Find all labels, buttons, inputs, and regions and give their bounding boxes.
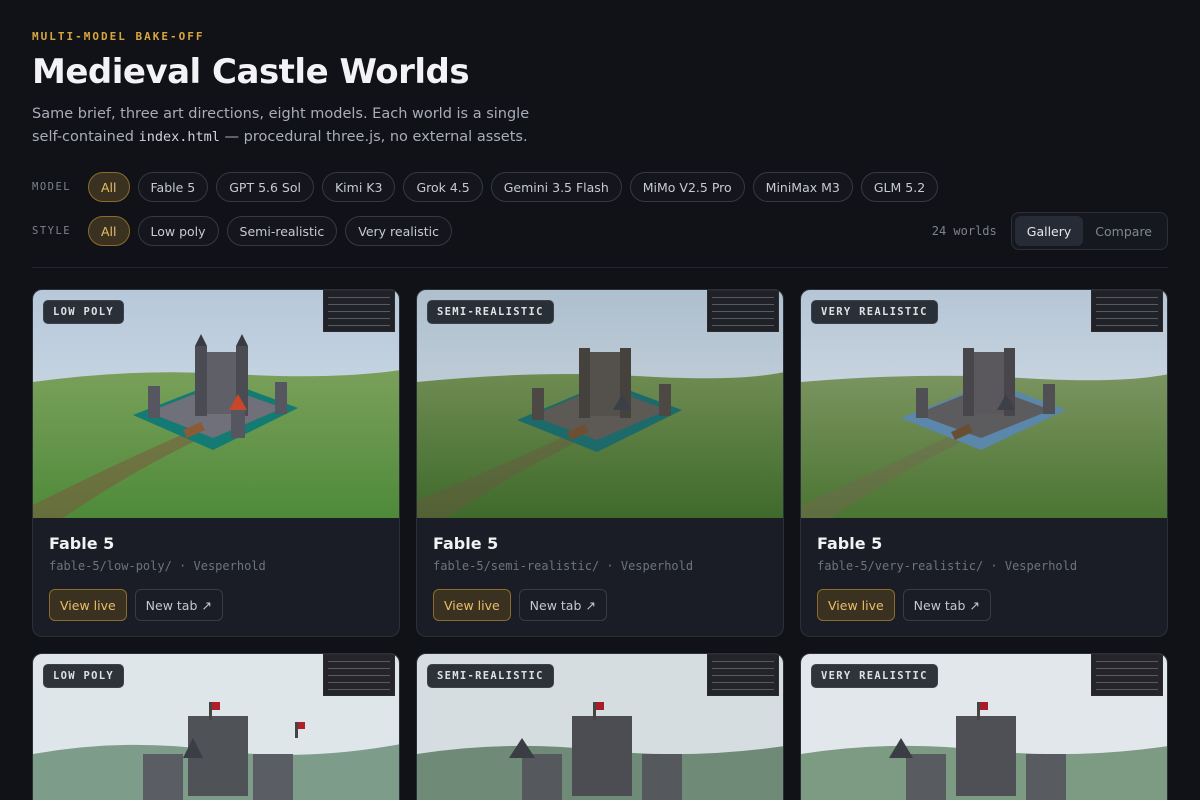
card-title: Fable 5 — [433, 534, 499, 553]
page-title: Medieval Castle Worlds — [32, 52, 470, 92]
page-subtitle: Same brief, three art directions, eight … — [32, 103, 552, 149]
model-filter-label: MODEL — [32, 181, 72, 193]
gallery-tab[interactable]: Gallery — [1014, 216, 1084, 246]
world-count: 24 worlds — [931, 224, 997, 238]
style-badge: SEMI-REALISTIC — [427, 300, 554, 324]
new-tab-button[interactable]: New tab ↗ — [902, 589, 991, 621]
model-chip-glm-5-2[interactable]: GLM 5.2 — [860, 172, 939, 202]
controls-panel[interactable] — [707, 290, 779, 332]
world-card: VERY REALISTIC — [800, 653, 1168, 800]
card-title: Fable 5 — [49, 534, 115, 553]
view-live-button[interactable]: View live — [817, 589, 895, 621]
model-chip-minimax-m3[interactable]: MiniMax M3 — [752, 172, 853, 202]
model-chip-gemini-3-5-flash[interactable]: Gemini 3.5 Flash — [490, 172, 622, 202]
subtitle-text-end: — procedural three.js, no external asset… — [219, 129, 528, 145]
world-thumbnail[interactable]: VERY REALISTIC — [801, 290, 1167, 518]
style-chip-low-poly[interactable]: Low poly — [137, 216, 219, 246]
world-thumbnail[interactable]: VERY REALISTIC — [801, 654, 1167, 800]
world-thumbnail[interactable]: SEMI-REALISTIC — [417, 290, 783, 518]
controls-panel[interactable] — [323, 290, 395, 332]
controls-panel[interactable] — [1091, 654, 1163, 696]
new-tab-button[interactable]: New tab ↗ — [134, 589, 223, 621]
header-divider — [32, 267, 1168, 268]
eyebrow-label: MULTI-MODEL BAKE-OFF — [32, 30, 205, 43]
model-chip-gpt-5-6-sol[interactable]: GPT 5.6 Sol — [216, 172, 314, 202]
style-badge: VERY REALISTIC — [811, 664, 938, 688]
world-thumbnail[interactable]: SEMI-REALISTIC — [417, 654, 783, 800]
controls-panel[interactable] — [1091, 290, 1163, 332]
world-card: LOW POLY — [32, 653, 400, 800]
model-filter-row: MODEL All Fable 5 GPT 5.6 Sol Kimi K3 Gr… — [32, 172, 946, 202]
card-body: Fable 5 fable-5/very-realistic/ · Vesper… — [801, 518, 1167, 636]
world-card: SEMI-REALISTIC — [416, 653, 784, 800]
card-body: Fable 5 fable-5/low-poly/ · Vesperhold V… — [33, 518, 399, 636]
style-badge: LOW POLY — [43, 664, 124, 688]
model-chip-grok-4-5[interactable]: Grok 4.5 — [403, 172, 483, 202]
card-path: fable-5/very-realistic/ · Vesperhold — [817, 559, 1078, 573]
controls-panel[interactable] — [323, 654, 395, 696]
controls-panel[interactable] — [707, 654, 779, 696]
view-toggle: Gallery Compare — [1010, 212, 1168, 250]
compare-tab[interactable]: Compare — [1083, 216, 1164, 246]
model-chip-kimi-k3[interactable]: Kimi K3 — [321, 172, 396, 202]
style-filter-label: STYLE — [32, 225, 72, 237]
new-tab-button[interactable]: New tab ↗ — [518, 589, 607, 621]
card-title: Fable 5 — [817, 534, 883, 553]
view-live-button[interactable]: View live — [49, 589, 127, 621]
card-body: Fable 5 fable-5/semi-realistic/ · Vesper… — [417, 518, 783, 636]
subtitle-code: index.html — [138, 129, 220, 145]
style-chip-all[interactable]: All — [88, 216, 130, 246]
world-thumbnail[interactable]: LOW POLY — [33, 290, 399, 518]
view-live-button[interactable]: View live — [433, 589, 511, 621]
world-card: LOW POLY Fable 5 fable-5/low-poly/ · Ves… — [32, 289, 400, 637]
style-badge: SEMI-REALISTIC — [427, 664, 554, 688]
view-controls: 24 worlds Gallery Compare — [932, 212, 1168, 250]
style-chip-semi-realistic[interactable]: Semi-realistic — [226, 216, 338, 246]
style-badge: LOW POLY — [43, 300, 124, 324]
world-card: VERY REALISTIC Fable 5 fable-5/very-real… — [800, 289, 1168, 637]
style-filter-row: STYLE All Low poly Semi-realistic Very r… — [32, 216, 460, 246]
style-badge: VERY REALISTIC — [811, 300, 938, 324]
world-thumbnail[interactable]: LOW POLY — [33, 654, 399, 800]
card-path: fable-5/semi-realistic/ · Vesperhold — [433, 559, 694, 573]
model-chip-all[interactable]: All — [88, 172, 130, 202]
model-chip-mimo-v2-5-pro[interactable]: MiMo V2.5 Pro — [629, 172, 745, 202]
model-chip-fable-5[interactable]: Fable 5 — [137, 172, 209, 202]
card-path: fable-5/low-poly/ · Vesperhold — [49, 559, 266, 573]
world-card: SEMI-REALISTIC Fable 5 fable-5/semi-real… — [416, 289, 784, 637]
style-chip-very-realistic[interactable]: Very realistic — [345, 216, 452, 246]
